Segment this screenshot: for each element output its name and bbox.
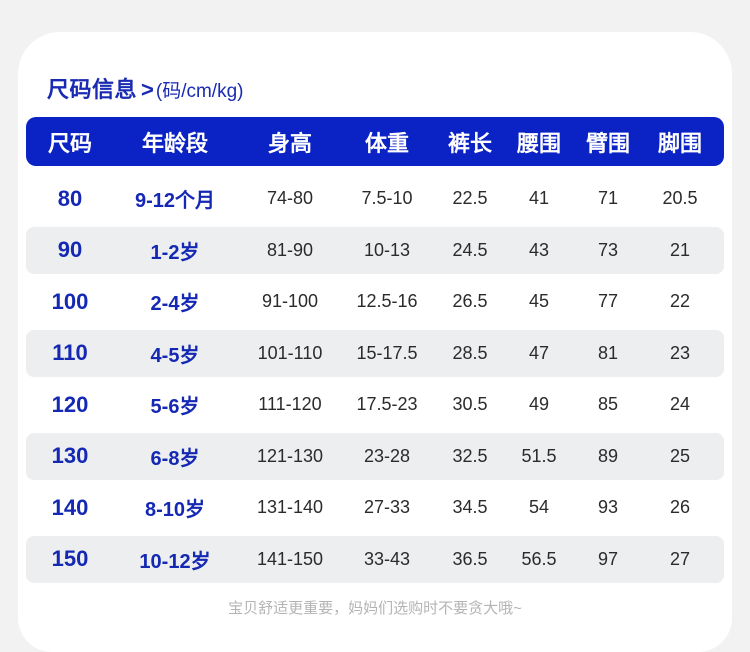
section-title: 尺码信息 > (码/cm/kg)	[47, 74, 243, 106]
waist-cell: 51.5	[521, 445, 557, 466]
age-cell: 10-12岁	[139, 550, 211, 573]
arm-cell: 85	[597, 394, 619, 415]
size-cell: 110	[52, 340, 88, 366]
weight-cell: 15-17.5	[356, 342, 418, 363]
ankle-cell: 23	[669, 342, 691, 363]
title-arrow: >	[141, 77, 154, 102]
waist-cell: 56.5	[521, 548, 557, 569]
weight-cell: 17.5-23	[356, 394, 418, 415]
pants-length-cell: 30.5	[452, 394, 488, 415]
header-height: 身高	[267, 130, 312, 156]
ankle-cell: 20.5	[662, 188, 698, 209]
pants-length-cell: 36.5	[452, 548, 488, 569]
weight-cell: 12.5-16	[356, 291, 418, 312]
table-row: 150 10-12岁 141-150 33-43 36.5 56.5 97 27	[26, 534, 724, 586]
header-weight: 体重	[364, 130, 409, 156]
age-cell: 4-5岁	[150, 344, 200, 367]
weight-cell: 10-13	[363, 239, 411, 260]
age-cell: 8-10岁	[144, 499, 206, 522]
size-cell: 130	[51, 443, 89, 469]
header-age: 年龄段	[141, 130, 208, 156]
height-cell: 91-100	[261, 291, 319, 312]
waist-cell: 45	[528, 291, 550, 312]
arm-cell: 89	[597, 445, 619, 466]
page: 尺码信息 > (码/cm/kg) 尺码 年龄段 身高 体重 裤长 腰围 臂围 脚围 …	[0, 0, 750, 652]
ankle-cell: 24	[669, 394, 691, 415]
weight-cell: 27-33	[363, 497, 411, 518]
arm-cell: 97	[597, 548, 619, 569]
waist-cell: 54	[528, 497, 550, 518]
arm-cell: 81	[597, 342, 619, 363]
table-row: 110 4-5岁 101-110 15-17.5 28.5 47 81 23	[26, 328, 724, 380]
table-row: 80 9-12个月 74-80 7.5-10 22.5 41 71 20.5	[26, 173, 724, 225]
age-cell: 6-8岁	[150, 447, 200, 470]
table-row: 130 6-8岁 121-130 23-28 32.5 51.5 89 25	[26, 431, 724, 483]
table-row: 100 2-4岁 91-100 12.5-16 26.5 45 77 22	[26, 276, 724, 328]
pants-length-cell: 22.5	[452, 188, 488, 209]
size-cell: 140	[51, 494, 89, 520]
ankle-cell: 21	[669, 239, 691, 260]
table-row: 120 5-6岁 111-120 17.5-23 30.5 49 85 24	[26, 379, 724, 431]
weight-cell: 33-43	[363, 548, 411, 569]
age-cell: 5-6岁	[150, 396, 200, 419]
waist-cell: 49	[528, 394, 550, 415]
table-body: 80 9-12个月 74-80 7.5-10 22.5 41 71 20.5 9…	[26, 173, 724, 585]
ankle-cell: 25	[669, 445, 691, 466]
header-arm: 臂围	[585, 130, 630, 156]
height-cell: 81-90	[266, 239, 314, 260]
weight-cell: 7.5-10	[361, 188, 413, 209]
size-cell: 90	[57, 237, 83, 263]
table-row: 140 8-10岁 131-140 27-33 34.5 54 93 26	[26, 482, 724, 534]
size-cell: 150	[51, 546, 89, 572]
pants-length-cell: 34.5	[452, 497, 488, 518]
waist-cell: 43	[528, 239, 550, 260]
header-pants-length: 裤长	[447, 130, 492, 156]
size-cell: 100	[51, 288, 89, 314]
pants-length-cell: 32.5	[452, 445, 488, 466]
header-ankle: 脚围	[657, 130, 702, 156]
size-cell: 80	[57, 185, 83, 211]
height-cell: 131-140	[256, 497, 324, 518]
weight-cell: 23-28	[363, 445, 411, 466]
height-cell: 111-120	[258, 394, 322, 415]
height-cell: 74-80	[266, 188, 314, 209]
size-cell: 120	[51, 391, 89, 417]
header-size: 尺码	[47, 130, 92, 156]
arm-cell: 73	[597, 239, 619, 260]
height-cell: 101-110	[257, 342, 323, 363]
header-waist: 腰围	[516, 130, 561, 156]
ankle-cell: 26	[669, 497, 691, 518]
pants-length-cell: 26.5	[452, 291, 488, 312]
height-cell: 141-150	[256, 548, 324, 569]
waist-cell: 41	[528, 188, 550, 209]
waist-cell: 47	[528, 342, 550, 363]
age-cell: 2-4岁	[150, 293, 200, 316]
table-row: 90 1-2岁 81-90 10-13 24.5 43 73 21	[26, 225, 724, 277]
ankle-cell: 22	[669, 291, 691, 312]
arm-cell: 77	[597, 291, 619, 312]
arm-cell: 71	[597, 188, 619, 209]
height-cell: 121-130	[256, 445, 324, 466]
footer-note: 宝贝舒适更重要，妈妈们选购时不要贪大哦~	[228, 600, 522, 617]
title-unit: (码/cm/kg)	[155, 81, 244, 102]
ankle-cell: 27	[669, 548, 691, 569]
pants-length-cell: 24.5	[452, 239, 488, 260]
age-cell: 1-2岁	[150, 241, 200, 264]
table-header: 尺码 年龄段 身高 体重 裤长 腰围 臂围 脚围	[26, 117, 724, 166]
arm-cell: 93	[597, 497, 619, 518]
title-text: 尺码信息	[47, 77, 138, 102]
age-cell: 9-12个月	[134, 190, 216, 213]
pants-length-cell: 28.5	[452, 342, 488, 363]
